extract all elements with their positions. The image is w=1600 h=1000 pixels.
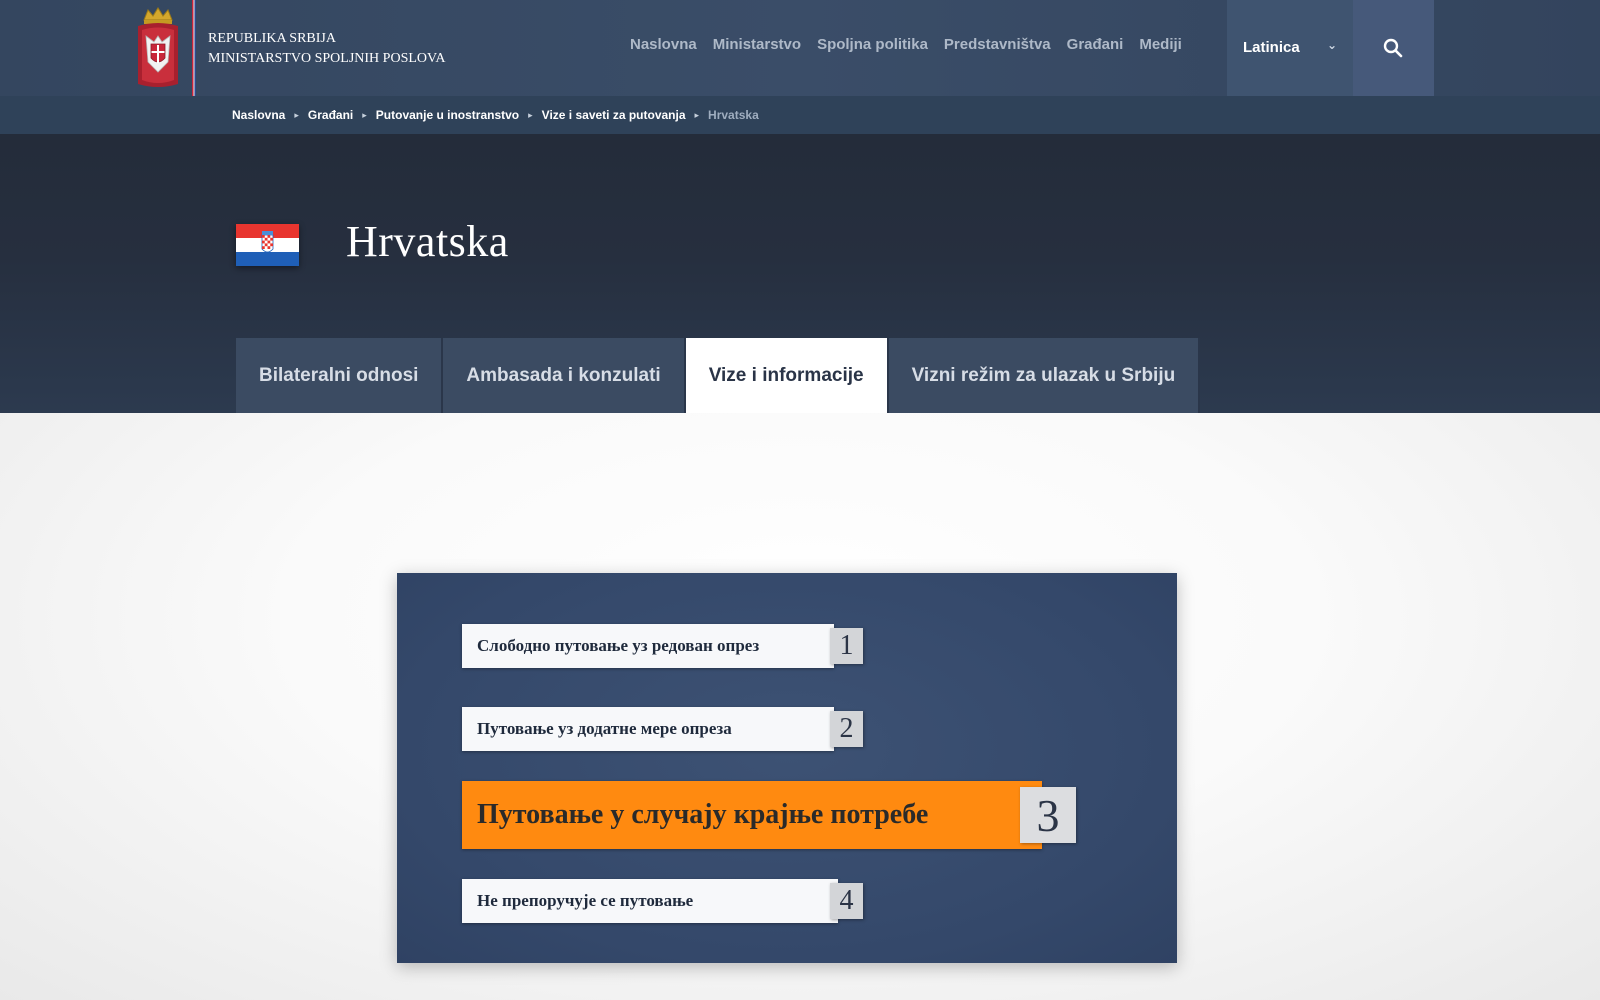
brand-line-1: REPUBLIKA SRBIJA — [208, 31, 336, 46]
advisory-level-number: 1 — [830, 628, 863, 664]
breadcrumb-current-hrvatska: Hrvatska — [708, 108, 759, 122]
nav-item-predstavnistva[interactable]: Predstavništva — [936, 36, 1059, 53]
breadcrumb-separator-icon: ▸ — [362, 109, 367, 120]
country-hero: Hrvatska Bilateralni odnosi Ambasada i k… — [0, 134, 1600, 413]
top-header: REPUBLIKA SRBIJA MINISTARSTVO SPOLJNIH P… — [0, 0, 1600, 96]
nav-item-mediji[interactable]: Mediji — [1131, 36, 1190, 53]
nav-item-naslovna[interactable]: Naslovna — [622, 36, 705, 53]
tab-content: Слободно путовање уз редован опрез 1 Пут… — [0, 413, 1600, 1000]
breadcrumb: Naslovna ▸ Građani ▸ Putovanje u inostra… — [232, 108, 759, 122]
chevron-down-icon: ⌄ — [1327, 38, 1338, 52]
page-title: Hrvatska — [346, 217, 509, 266]
brand-line-2: MINISTARSTVO SPOLJNIH POSLOVA — [208, 51, 446, 66]
breadcrumb-separator-icon: ▸ — [694, 109, 700, 120]
breadcrumb-naslovna[interactable]: Naslovna — [232, 108, 285, 122]
tab-bilateralni-odnosi[interactable]: Bilateralni odnosi — [236, 338, 444, 413]
breadcrumb-separator-icon: ▸ — [294, 109, 299, 120]
nav-item-spoljna-politika[interactable]: Spoljna politika — [809, 36, 936, 53]
croatia-flag-icon — [236, 224, 299, 266]
search-icon — [1383, 38, 1403, 58]
nav-item-ministarstvo[interactable]: Ministarstvo — [705, 36, 809, 53]
main-navigation: Naslovna Ministarstvo Spoljna politika P… — [622, 36, 1190, 53]
advisory-level-number: 3 — [1020, 787, 1076, 843]
tab-vize-i-informacije[interactable]: Vize i informacije — [685, 338, 889, 413]
breadcrumb-putovanje[interactable]: Putovanje u inostranstvo — [376, 108, 519, 122]
advisory-level-text: Путовање уз додатне мере опреза — [462, 707, 834, 751]
advisory-level-text: Путовање у случају крајње потребе — [462, 781, 1042, 849]
breadcrumb-gradjani[interactable]: Građani — [308, 108, 353, 122]
advisory-level-number: 4 — [830, 883, 863, 919]
advisory-level-number: 2 — [830, 711, 863, 747]
breadcrumb-bar: Naslovna ▸ Građani ▸ Putovanje u inostra… — [0, 96, 1600, 134]
language-selector[interactable]: Latinica ⌄ — [1227, 0, 1353, 96]
tab-vizni-rezim[interactable]: Vizni režim za ulazak u Srbiju — [888, 338, 1201, 413]
search-button[interactable] — [1353, 0, 1434, 96]
breadcrumb-separator-icon: ▸ — [528, 109, 533, 120]
travel-advisory-card: Слободно путовање уз редован опрез 1 Пут… — [397, 573, 1177, 963]
nav-item-gradjani[interactable]: Građani — [1059, 36, 1132, 53]
serbian-coat-of-arms-icon[interactable] — [136, 6, 196, 90]
breadcrumb-vize-saveti[interactable]: Vize i saveti za putovanja — [542, 108, 686, 122]
ministry-brand[interactable]: REPUBLIKA SRBIJA MINISTARSTVO SPOLJNIH P… — [208, 29, 445, 69]
advisory-level-text: Слободно путовање уз редован опрез — [462, 624, 834, 668]
tab-ambasada-i-konzulati[interactable]: Ambasada i konzulati — [443, 338, 686, 413]
language-label: Latinica — [1243, 39, 1300, 56]
logo-tricolor-divider — [192, 0, 196, 96]
country-tabs: Bilateralni odnosi Ambasada i konzulati … — [236, 338, 1201, 413]
advisory-level-text: Не препоручује се путовање — [462, 879, 838, 923]
